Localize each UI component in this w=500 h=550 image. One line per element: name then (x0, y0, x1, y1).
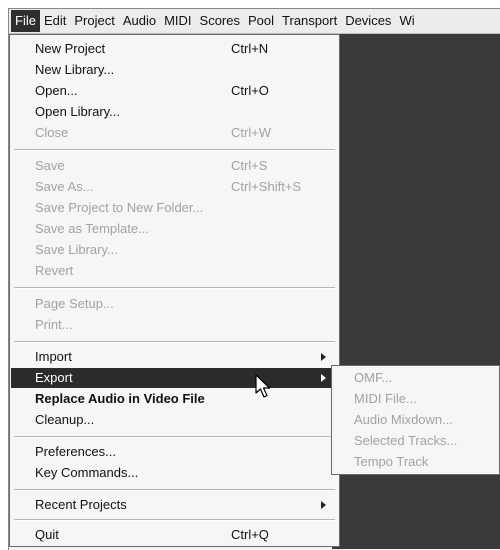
page-setup-label: Page Setup... (35, 296, 114, 311)
new-project-shortcut: Ctrl+N (231, 41, 269, 56)
menu-edit-label: Edit (43, 13, 67, 28)
export-submenu: OMF... MIDI File... Audio Mixdown... Sel… (331, 365, 500, 475)
menu-project-label: Project (74, 13, 115, 28)
menu-item-export[interactable]: Export (11, 368, 338, 388)
new-project-label: New Project (35, 41, 106, 56)
menu-project[interactable]: Project (70, 10, 118, 32)
menu-item-save-as: Save As... Ctrl+Shift+S (11, 177, 338, 197)
new-library-label: New Library... (35, 62, 115, 77)
close-shortcut: Ctrl+W (231, 125, 272, 140)
open-label: Open... (35, 83, 78, 98)
submenu-arrow-icon (321, 353, 326, 361)
revert-label: Revert (35, 263, 74, 278)
save-as-template-label: Save as Template... (35, 221, 149, 236)
menu-item-close: Close Ctrl+W (11, 123, 338, 143)
save-as-label: Save As... (35, 179, 94, 194)
key-commands-label: Key Commands... (35, 465, 139, 480)
quit-label: Quit (35, 527, 59, 542)
menu-separator (14, 489, 335, 491)
import-label: Import (35, 349, 72, 364)
menu-item-new-project[interactable]: New Project Ctrl+N (11, 39, 338, 59)
menu-item-key-commands[interactable]: Key Commands... (11, 463, 338, 483)
tempo-track-label: Tempo Track (354, 454, 429, 469)
menu-devices-label: Devices (345, 13, 392, 28)
menu-item-save-as-template: Save as Template... (11, 219, 338, 239)
menu-scores[interactable]: Scores (196, 10, 244, 32)
menu-item-save: Save Ctrl+S (11, 156, 338, 176)
menu-scores-label: Scores (199, 13, 240, 28)
save-label: Save (35, 158, 65, 173)
save-project-new-folder-label: Save Project to New Folder... (35, 200, 204, 215)
menu-item-print: Print... (11, 315, 338, 335)
preferences-label: Preferences... (35, 444, 116, 459)
submenu-arrow-icon (321, 374, 326, 382)
mouse-pointer-icon (255, 374, 271, 398)
save-as-shortcut: Ctrl+Shift+S (231, 179, 302, 194)
menu-item-new-library[interactable]: New Library... (11, 60, 338, 80)
replace-audio-label: Replace Audio in Video File (35, 391, 205, 406)
menu-midi[interactable]: MIDI (160, 10, 195, 32)
menu-item-page-setup: Page Setup... (11, 294, 338, 314)
menu-audio[interactable]: Audio (119, 10, 160, 32)
menu-audio-label: Audio (122, 13, 157, 28)
menu-midi-label: MIDI (164, 13, 192, 28)
midi-file-label: MIDI File... (354, 391, 417, 406)
menu-edit[interactable]: Edit (40, 10, 70, 32)
submenu-item-selected-tracks: Selected Tracks... (354, 431, 457, 451)
save-library-label: Save Library... (35, 242, 118, 257)
selected-tracks-label: Selected Tracks... (354, 433, 458, 448)
menu-item-save-project-new-folder: Save Project to New Folder... (11, 198, 338, 218)
menu-pool[interactable]: Pool (244, 10, 278, 32)
menu-item-open[interactable]: Open... Ctrl+O (11, 81, 338, 101)
submenu-arrow-icon (321, 501, 326, 509)
submenu-item-midi-file: MIDI File... (354, 389, 417, 409)
menu-item-save-library: Save Library... (11, 240, 338, 260)
menu-item-open-library[interactable]: Open Library... (11, 102, 338, 122)
menu-item-preferences[interactable]: Preferences... (11, 442, 338, 462)
export-label: Export (35, 370, 73, 385)
close-label: Close (35, 125, 69, 140)
print-label: Print... (35, 317, 73, 332)
menu-item-revert: Revert (11, 261, 338, 281)
omf-label: OMF... (354, 370, 393, 385)
menu-separator (14, 341, 335, 343)
menu-transport-label: Transport (282, 13, 338, 28)
menu-item-replace-audio[interactable]: Replace Audio in Video File (11, 389, 338, 409)
menu-item-import[interactable]: Import (11, 347, 338, 367)
menu-file-label: File (15, 13, 36, 28)
quit-shortcut: Ctrl+Q (231, 527, 269, 542)
recent-projects-label: Recent Projects (35, 497, 127, 512)
menu-devices[interactable]: Devices (341, 10, 395, 32)
menu-separator (14, 436, 335, 438)
menu-separator (14, 149, 335, 151)
menu-pool-label: Pool (248, 13, 275, 28)
open-shortcut: Ctrl+O (231, 83, 269, 98)
menu-transport[interactable]: Transport (278, 10, 341, 32)
save-shortcut: Ctrl+S (231, 158, 268, 173)
submenu-item-audio-mixdown: Audio Mixdown... (354, 410, 453, 430)
menu-window[interactable]: Wi (395, 10, 418, 32)
menu-separator (14, 287, 335, 289)
submenu-item-tempo-track: Tempo Track (354, 452, 428, 472)
menu-file[interactable]: File (11, 10, 40, 32)
audio-mixdown-label: Audio Mixdown... (354, 412, 453, 427)
menu-window-label: Wi (399, 13, 415, 28)
menu-item-cleanup[interactable]: Cleanup... (11, 410, 338, 430)
menu-item-quit[interactable]: Quit Ctrl+Q (11, 525, 338, 545)
file-menu: New Project Ctrl+N New Library... Open..… (9, 34, 340, 547)
menu-separator (14, 519, 335, 521)
menu-item-recent-projects[interactable]: Recent Projects (11, 495, 338, 515)
open-library-label: Open Library... (35, 104, 121, 119)
menu-bar: File Edit Project Audio MIDI Scores Pool… (9, 9, 500, 34)
cleanup-label: Cleanup... (35, 412, 95, 427)
submenu-item-omf: OMF... (354, 368, 392, 388)
